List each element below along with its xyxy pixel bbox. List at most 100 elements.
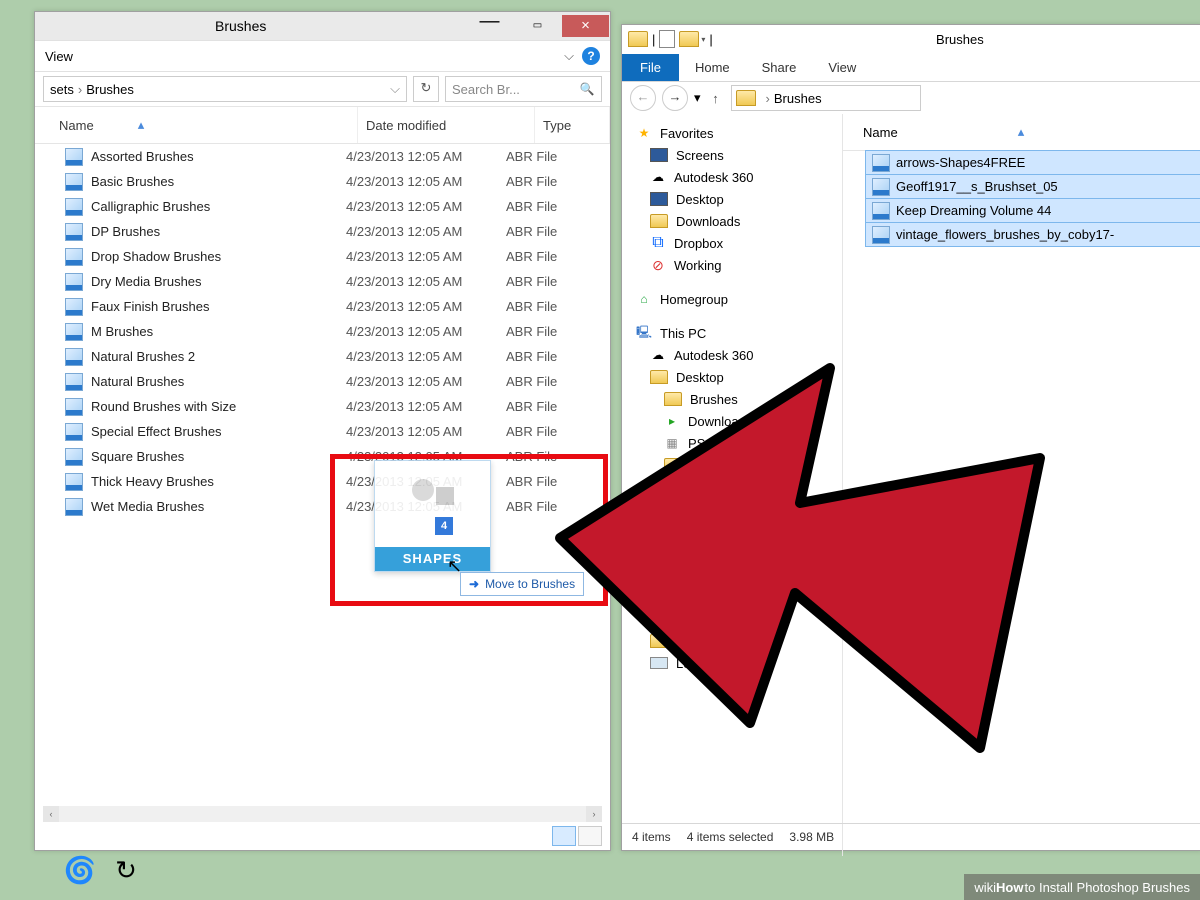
folder-icon xyxy=(736,90,756,106)
large-icons-view-button[interactable] xyxy=(578,826,602,846)
table-row[interactable]: arrows-Shapes4FREE xyxy=(865,150,1200,175)
titlebar[interactable]: | ▾ | Brushes xyxy=(622,25,1200,53)
sidebar-item-working[interactable]: ⊘Working xyxy=(622,254,842,276)
forward-button[interactable]: → xyxy=(662,85,688,111)
table-row[interactable]: Calligraphic Brushes4/23/2013 12:05 AMAB… xyxy=(35,194,610,219)
taskbar-icons: 🌀 ↻ xyxy=(60,852,146,888)
details-view-button[interactable] xyxy=(552,826,576,846)
abr-file-icon xyxy=(872,226,890,244)
sidebar-item-pictures[interactable]: Pictures xyxy=(622,608,842,630)
breadcrumb-parent[interactable]: sets xyxy=(50,82,74,97)
table-row[interactable]: M Brushes4/23/2013 12:05 AMABR File xyxy=(35,319,610,344)
up-button[interactable]: ↑ xyxy=(707,91,725,106)
table-row[interactable]: Natural Brushes4/23/2013 12:05 AMABR Fil… xyxy=(35,369,610,394)
table-row[interactable]: Assorted Brushes4/23/2013 12:05 AMABR Fi… xyxy=(35,144,610,169)
monitor-icon xyxy=(650,148,668,162)
status-bar: 4 items 4 items selected 3.98 MB xyxy=(622,823,1200,850)
sidebar-item-localdisk[interactable]: Local Disk (C:) xyxy=(622,652,842,674)
column-name[interactable]: Name▴ xyxy=(863,124,1103,140)
search-input[interactable]: Search Br... 🔍 xyxy=(445,76,602,102)
folder-icon[interactable] xyxy=(628,31,648,47)
share-tab[interactable]: Share xyxy=(746,54,813,81)
taskbar-app-icon[interactable]: 🌀 xyxy=(60,852,100,888)
chevron-down-icon[interactable]: ⌵ xyxy=(390,81,400,97)
breadcrumb-current[interactable]: Brushes xyxy=(86,82,134,97)
sidebar-item-downloads[interactable]: ▸Downloads xyxy=(622,410,842,432)
sidebar-item[interactable] xyxy=(622,520,842,542)
scroll-left-icon[interactable]: ‹ xyxy=(43,806,59,822)
view-tab[interactable]: View xyxy=(45,49,73,64)
cloud-icon: ☁ xyxy=(650,347,666,363)
table-row[interactable]: Natural Brushes 24/23/2013 12:05 AMABR F… xyxy=(35,344,610,369)
titlebar[interactable]: Brushes — ▭ × xyxy=(35,12,610,40)
back-button[interactable]: ← xyxy=(630,85,656,111)
table-row[interactable]: Geoff1917__s_Brushset_05 xyxy=(865,174,1200,199)
sidebar-item-videos[interactable]: Videos xyxy=(622,630,842,652)
sidebar-item-dropbox[interactable]: ⧉Dropbox xyxy=(622,232,842,254)
column-type[interactable]: Type xyxy=(535,107,610,143)
folder-icon xyxy=(664,502,682,516)
abr-file-icon xyxy=(65,348,83,366)
sidebar-item-music[interactable]: Music xyxy=(622,586,842,608)
breadcrumb[interactable]: sets › Brushes ⌵ xyxy=(43,76,407,102)
sidebar-homegroup[interactable]: ⌂Homegroup xyxy=(622,288,842,310)
table-row[interactable]: DP Brushes4/23/2013 12:05 AMABR File xyxy=(35,219,610,244)
table-row[interactable]: Special Effect Brushes4/23/2013 12:05 AM… xyxy=(35,419,610,444)
table-row[interactable]: Keep Dreaming Volume 44 xyxy=(865,198,1200,223)
file-type: ABR File xyxy=(506,274,557,289)
cloud-icon: ☁ xyxy=(650,169,666,185)
sidebar-item-screens[interactable]: Screens xyxy=(622,144,842,166)
horizontal-scrollbar[interactable]: ‹ › xyxy=(43,806,602,822)
abr-file-icon xyxy=(65,198,83,216)
table-row[interactable]: Basic Brushes4/23/2013 12:05 AMABR File xyxy=(35,169,610,194)
file-type: ABR File xyxy=(506,174,557,189)
new-file-icon[interactable] xyxy=(659,30,675,48)
ribbon: File Home Share View xyxy=(622,53,1200,82)
table-row[interactable]: vintage_flowers_brushes_by_coby17- xyxy=(865,222,1200,247)
table-row[interactable]: Drop Shadow Brushes4/23/2013 12:05 AMABR… xyxy=(35,244,610,269)
column-headers: Name▴ xyxy=(843,114,1200,151)
column-name[interactable]: Name▴ xyxy=(35,107,358,143)
table-row[interactable]: Round Brushes with Size4/23/2013 12:05 A… xyxy=(35,394,610,419)
explorer-window-left: Brushes — ▭ × View ⌵ ? sets › Brushes ⌵ … xyxy=(34,11,611,851)
sidebar-item-desktop[interactable]: Desktop xyxy=(622,366,842,388)
file-tab[interactable]: File xyxy=(622,54,679,81)
sidebar-item-desktop[interactable]: Desktop xyxy=(622,188,842,210)
sidebar-favorites[interactable]: ★Favorites xyxy=(622,122,842,144)
table-row[interactable]: Dry Media Brushes4/23/2013 12:05 AMABR F… xyxy=(35,269,610,294)
home-tab[interactable]: Home xyxy=(679,54,746,81)
file-date: 4/23/2013 12:05 AM xyxy=(346,249,506,264)
file-name: Assorted Brushes xyxy=(91,149,346,164)
search-placeholder: Search Br... xyxy=(452,82,520,97)
refresh-button[interactable]: ↻ xyxy=(413,76,439,102)
sidebar-item-brushes[interactable]: Brushes xyxy=(622,388,842,410)
sidebar-item[interactable] xyxy=(622,498,842,520)
minimize-button[interactable]: — xyxy=(466,15,513,37)
view-tab[interactable]: View xyxy=(812,54,872,81)
sidebar-item[interactable] xyxy=(622,542,842,564)
file-name: Special Effect Brushes xyxy=(91,424,346,439)
folder-icon[interactable] xyxy=(679,31,699,47)
table-row[interactable]: Faux Finish Brushes4/23/2013 12:05 AMABR… xyxy=(35,294,610,319)
sidebar-item-autodesk[interactable]: ☁Autodesk 360 xyxy=(622,166,842,188)
scroll-right-icon[interactable]: › xyxy=(586,806,602,822)
breadcrumb[interactable]: › Brushes xyxy=(731,85,921,111)
maximize-button[interactable]: ▭ xyxy=(514,15,561,37)
taskbar-app-icon[interactable]: ↻ xyxy=(106,852,146,888)
chevron-down-icon[interactable]: ▾ xyxy=(694,90,701,106)
sidebar-item-ps[interactable]: ▦PS xyxy=(622,432,842,454)
sidebar-item[interactable] xyxy=(622,476,842,498)
sidebar-item-downloads[interactable]: Downloads xyxy=(622,210,842,232)
abr-file-icon xyxy=(65,273,83,291)
chevron-down-icon[interactable]: ▾ xyxy=(701,35,705,44)
sidebar-thispc[interactable]: 🖳This PC xyxy=(622,322,842,344)
close-button[interactable]: × xyxy=(562,15,609,37)
column-date[interactable]: Date modified xyxy=(358,107,535,143)
chevron-down-icon[interactable]: ⌵ xyxy=(564,48,574,64)
sidebar-item-autodesk[interactable]: ☁Autodesk 360 xyxy=(622,344,842,366)
sidebar-item-dow[interactable]: Dow... xyxy=(622,564,842,586)
breadcrumb-current[interactable]: Brushes xyxy=(774,91,822,106)
help-icon[interactable]: ? xyxy=(582,47,600,65)
sidebar-item[interactable] xyxy=(622,454,842,476)
computer-icon: 🖳 xyxy=(636,325,652,341)
